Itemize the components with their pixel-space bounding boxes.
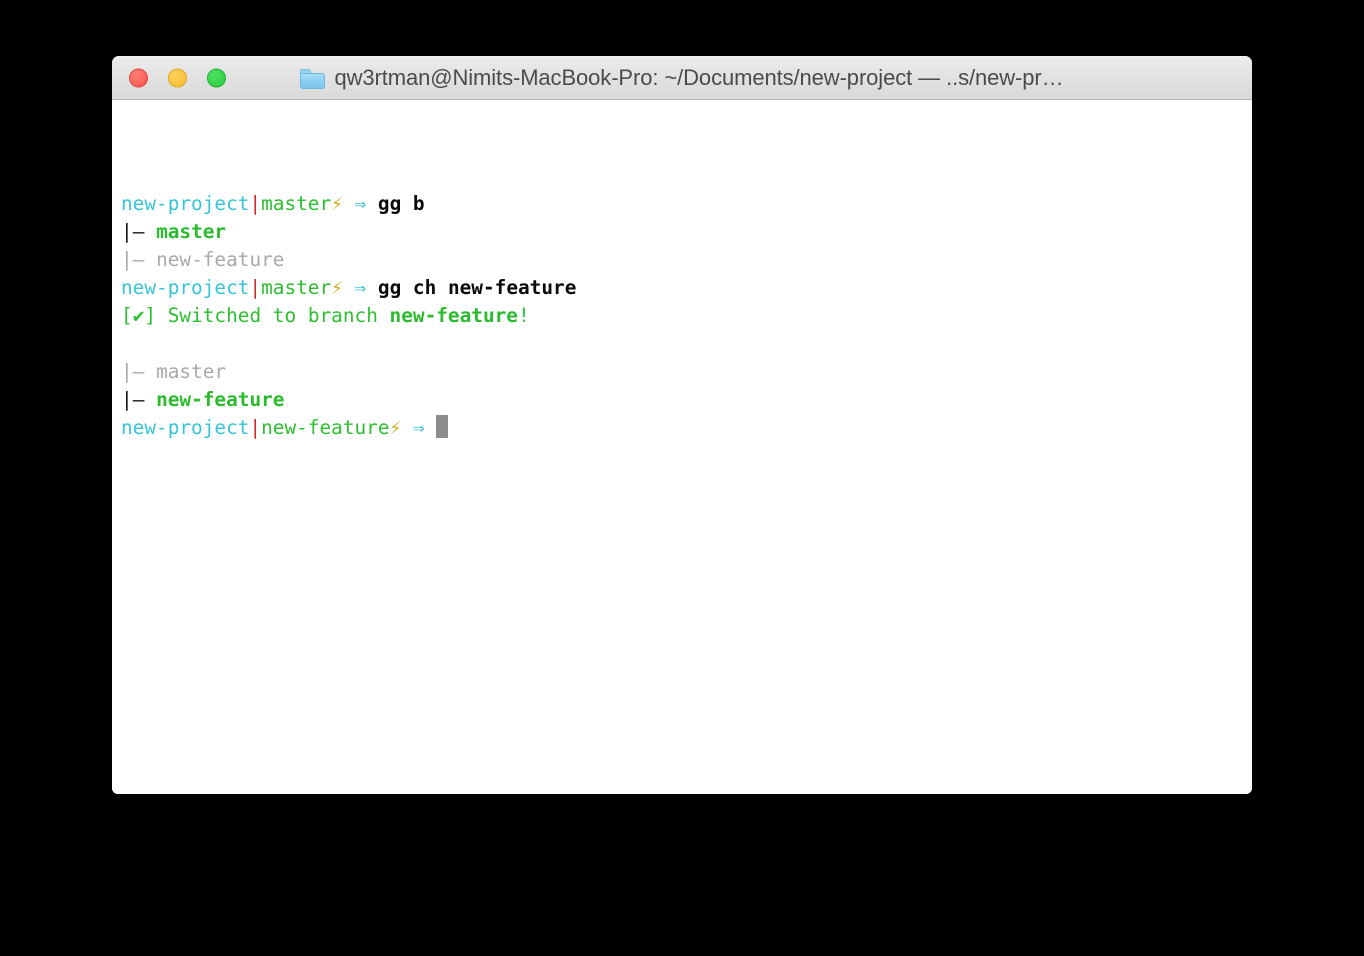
- branch-item-new-feature-1: |– new-feature: [121, 246, 1252, 274]
- terminal-command: gg b: [377, 192, 425, 215]
- prompt-arrow-icon: ⇒: [412, 416, 425, 439]
- branch-name: master: [156, 360, 227, 383]
- prompt-line-3: new-project|new-feature⚡ ⇒: [121, 414, 1252, 442]
- branch-name: master: [156, 220, 227, 243]
- status-message-suffix: !: [517, 304, 530, 327]
- status-bracket-open: [: [121, 304, 133, 327]
- titlebar-center: qw3rtman@Nimits-MacBook-Pro: ~/Documents…: [112, 57, 1252, 99]
- prompt-separator: |: [249, 276, 262, 299]
- terminal-window[interactable]: qw3rtman@Nimits-MacBook-Pro: ~/Documents…: [112, 56, 1252, 794]
- status-bracket-close: ]: [144, 304, 157, 327]
- branch-item-master-2: |– master: [121, 358, 1252, 386]
- branch-marker-dash: –: [132, 388, 145, 411]
- terminal-cursor: [436, 415, 449, 438]
- prompt-line-1: new-project|master⚡ ⇒ gg b: [121, 190, 1252, 218]
- branch-name: new-feature: [156, 388, 285, 411]
- branch-marker-pipe: |: [121, 220, 133, 243]
- prompt-line-2: new-project|master⚡ ⇒ gg ch new-feature: [121, 274, 1252, 302]
- branch-marker-pipe: |: [121, 248, 133, 271]
- branch-item-master-1: |– master: [121, 218, 1252, 246]
- prompt-directory: new-project: [121, 276, 250, 299]
- terminal-command: gg ch new-feature: [377, 276, 577, 299]
- minimize-window-button[interactable]: [168, 68, 187, 88]
- terminal-output-area[interactable]: new-project|master⚡ ⇒ gg b |– master |– ne…: [112, 100, 1252, 794]
- branch-item-new-feature-2: |– new-feature: [121, 386, 1252, 414]
- branch-marker-pipe: |: [121, 388, 133, 411]
- status-message: Switched to branch: [156, 304, 390, 327]
- prompt-separator: |: [249, 192, 262, 215]
- branch-name: new-feature: [156, 248, 285, 271]
- maximize-window-button[interactable]: [207, 68, 226, 88]
- lightning-icon: ⚡: [331, 192, 343, 215]
- prompt-arrow-icon: ⇒: [354, 192, 367, 215]
- branch-marker-pipe: |: [121, 360, 133, 383]
- branch-marker-dash: –: [132, 220, 145, 243]
- status-branch-name: new-feature: [389, 304, 518, 327]
- folder-icon: [300, 68, 326, 89]
- prompt-arrow-icon: ⇒: [354, 276, 367, 299]
- prompt-directory: new-project: [121, 416, 250, 439]
- status-line: [✔] Switched to branch new-feature!: [121, 302, 1252, 330]
- window-title: qw3rtman@Nimits-MacBook-Pro: ~/Documents…: [334, 65, 1064, 90]
- branch-marker-dash: –: [132, 248, 145, 271]
- prompt-branch: new-feature: [261, 416, 390, 439]
- check-icon: ✔: [132, 304, 145, 327]
- prompt-separator: |: [249, 416, 262, 439]
- prompt-directory: new-project: [121, 192, 250, 215]
- lightning-icon: ⚡: [389, 416, 402, 439]
- prompt-branch: master: [261, 192, 332, 215]
- lightning-icon: ⚡: [331, 276, 343, 299]
- branch-marker-dash: –: [132, 360, 145, 383]
- prompt-branch: master: [261, 276, 332, 299]
- window-titlebar[interactable]: qw3rtman@Nimits-MacBook-Pro: ~/Documents…: [112, 56, 1252, 100]
- close-window-button[interactable]: [129, 68, 148, 88]
